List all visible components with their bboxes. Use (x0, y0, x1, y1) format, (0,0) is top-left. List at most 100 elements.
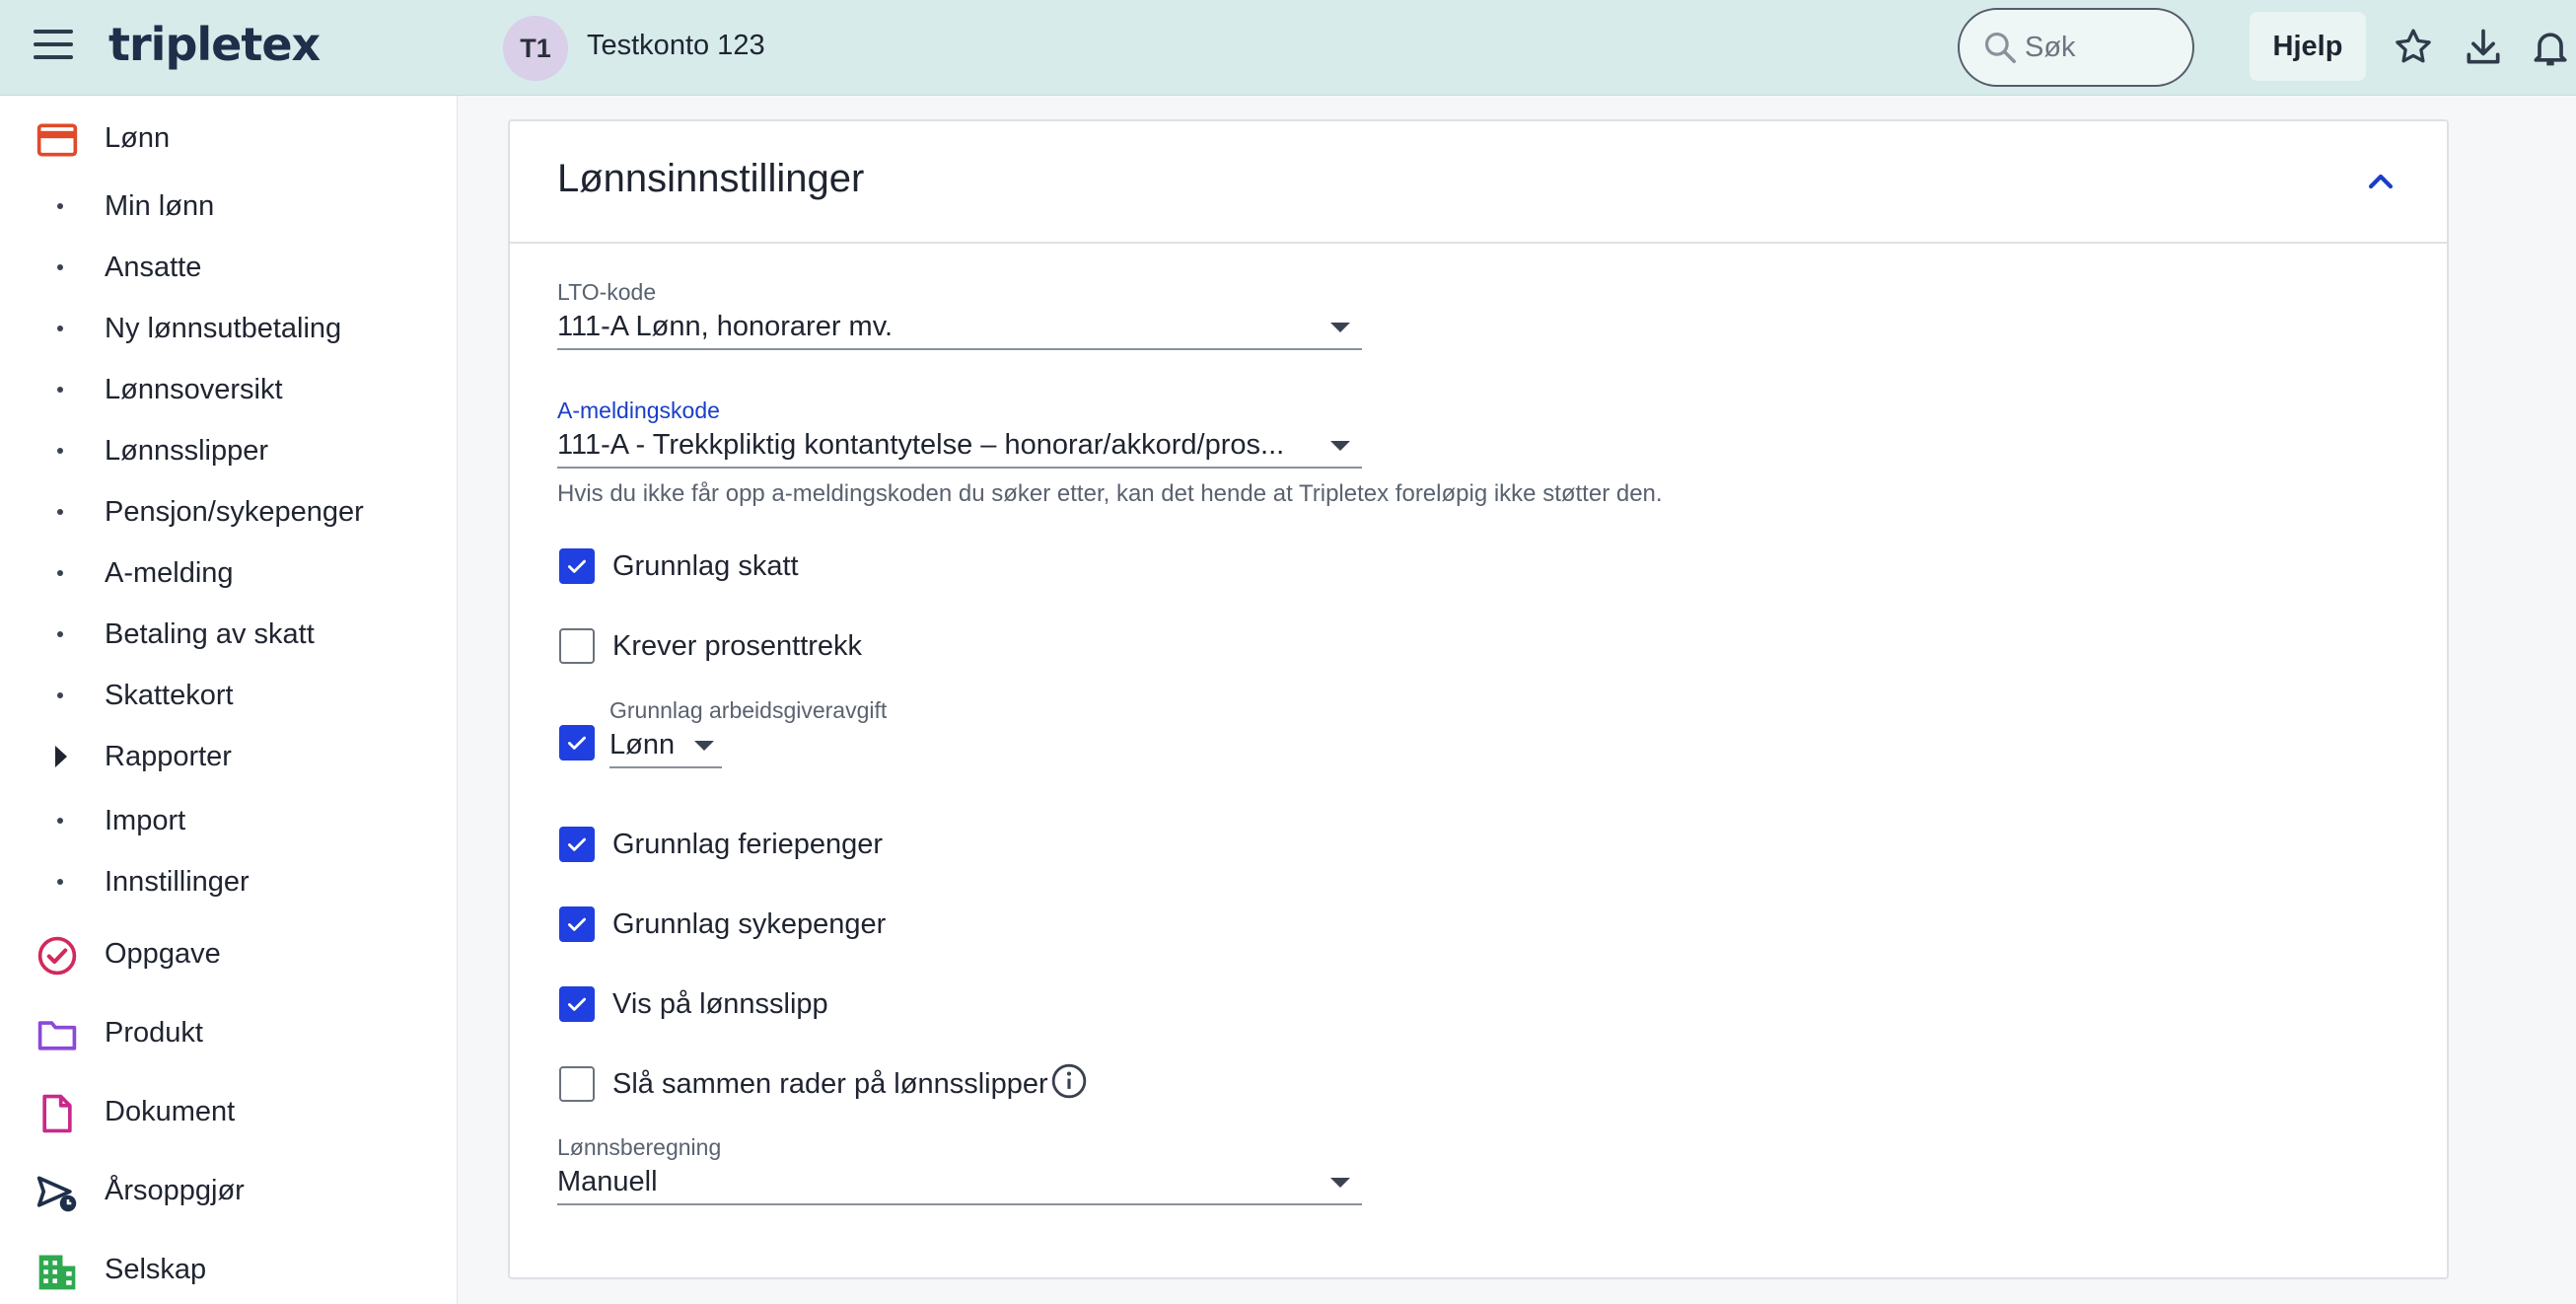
grunnlag-skatt-checkbox[interactable] (559, 548, 595, 584)
sidebar-subitem-label: Lønnsslipper (105, 435, 269, 467)
expand-arrow-icon[interactable] (55, 746, 67, 767)
sidebar-item-lonn[interactable]: Lønn (0, 109, 458, 168)
sidebar-subitem-pensjon-sykepenger[interactable]: Pensjon/sykepenger (0, 484, 458, 540)
lonnsberegning-select[interactable]: Manuell (557, 1162, 1362, 1205)
krever-prosenttrekk-checkbox[interactable] (559, 628, 595, 664)
checkmark-icon (568, 917, 586, 931)
download-icon[interactable] (2462, 26, 2505, 69)
grunnlag-feriepenger-checkbox[interactable] (559, 827, 595, 862)
company-name[interactable]: Testkonto 123 (587, 30, 765, 62)
task-check-icon (37, 936, 77, 976)
sidebar-item-produkt[interactable]: Produkt (0, 1003, 458, 1062)
info-icon[interactable] (1050, 1062, 1088, 1100)
payroll-card-icon (36, 123, 78, 157)
sidebar-subitem-label: A-melding (105, 557, 234, 589)
company-building-icon (38, 1255, 76, 1290)
sidebar-subitem-min-lonn[interactable]: Min lønn (0, 179, 458, 234)
bullet (57, 509, 63, 515)
sidebar-subitem-ny-lonnsutbetaling[interactable]: Ny lønnsutbetaling (0, 301, 458, 356)
sidebar-subitem-skattekort[interactable]: Skattekort (0, 668, 458, 723)
chevron-down-icon (1330, 1178, 1350, 1188)
sidebar-subitem-label: Betaling av skatt (105, 618, 315, 650)
bullet (57, 879, 63, 885)
bullet (57, 692, 63, 698)
sla-sammen-rader-label[interactable]: Slå sammen rader på lønnsslipper (612, 1068, 1048, 1101)
sidebar-subitem-ansatte[interactable]: Ansatte (0, 240, 458, 295)
sidebar-subitem-betaling-av-skatt[interactable]: Betaling av skatt (0, 607, 458, 662)
checkmark-icon (568, 997, 586, 1011)
grunnlag-feriepenger-label[interactable]: Grunnlag feriepenger (612, 829, 883, 861)
sidebar-subitem-rapporter[interactable]: Rapporter (0, 729, 458, 784)
grunnlag-sykepenger-checkbox[interactable] (559, 906, 595, 942)
sidebar-item-label: Dokument (105, 1096, 236, 1127)
sidebar-item-selskap[interactable]: Selskap (0, 1240, 458, 1299)
bullet (57, 631, 63, 637)
sidebar-subitem-label: Pensjon/sykepenger (105, 496, 364, 528)
lonnsberegning-label: Lønnsberegning (557, 1134, 722, 1160)
sidebar-subitem-label: Import (105, 805, 186, 836)
sidebar-subitem-import[interactable]: Import (0, 793, 458, 848)
bullet (57, 387, 63, 393)
sidebar-item-label: Årsoppgjør (105, 1175, 245, 1206)
arbeidsgiveravgift-value: Lønn (609, 729, 676, 761)
bullet (57, 264, 63, 270)
sidebar-subitem-label: Rapporter (105, 741, 232, 772)
search-input[interactable] (2025, 31, 2182, 64)
annual-report-icon (36, 1176, 77, 1212)
logo[interactable]: tripletex (108, 18, 321, 71)
chevron-down-icon (1330, 441, 1350, 451)
star-icon[interactable] (2392, 26, 2435, 69)
sidebar-item-label: Produkt (105, 1017, 203, 1049)
sidebar-item-oppgave[interactable]: Oppgave (0, 924, 458, 983)
lto-code-select[interactable]: 111-A Lønn, honorarer mv. (557, 307, 1362, 350)
amelding-code-value: 111-A - Trekkpliktig kontantytelse – hon… (557, 429, 1285, 461)
sidebar-subitem-innstillinger[interactable]: Innstillinger (0, 854, 458, 909)
checkmark-icon (568, 736, 586, 750)
chevron-up-icon[interactable] (2364, 165, 2397, 198)
vis-pa-lonnsslipp-checkbox[interactable] (559, 986, 595, 1022)
settings-card: Lønnsinnstillinger LTO-kode 111-A Lønn, … (508, 119, 2449, 1279)
menu-icon[interactable] (34, 30, 73, 63)
arbeidsgiveravgift-select[interactable]: Lønn (609, 725, 722, 768)
sidebar: Lønn Min lønn Ansatte Ny lønnsutbetaling… (0, 96, 458, 1304)
search-box[interactable] (1958, 8, 2194, 87)
lto-code-value: 111-A Lønn, honorarer mv. (557, 311, 894, 342)
bullet (57, 818, 63, 824)
avatar[interactable]: T1 (503, 16, 568, 81)
vis-pa-lonnsslipp-label[interactable]: Vis på lønnsslipp (612, 988, 828, 1021)
sla-sammen-rader-checkbox[interactable] (559, 1066, 595, 1102)
sidebar-subitem-lonnsslipper[interactable]: Lønnsslipper (0, 423, 458, 478)
checkmark-icon (568, 559, 586, 573)
grunnlag-arbeidsgiveravgift-label: Grunnlag arbeidsgiveravgift (609, 697, 888, 723)
lto-code-label: LTO-kode (557, 279, 657, 305)
amelding-code-select[interactable]: 111-A - Trekkpliktig kontantytelse – hon… (557, 425, 1362, 469)
sidebar-subitem-lonnsoversikt[interactable]: Lønnsoversikt (0, 362, 458, 417)
chevron-down-icon (1330, 323, 1350, 332)
folder-icon (37, 1021, 77, 1050)
bullet (57, 326, 63, 331)
chevron-down-icon (694, 741, 714, 751)
card-header[interactable]: Lønnsinnstillinger (510, 121, 2447, 244)
sidebar-item-label: Lønn (105, 122, 171, 154)
bullet (57, 203, 63, 209)
grunnlag-arbeidsgiveravgift-checkbox[interactable] (559, 725, 595, 761)
top-bar: tripletex T1 Testkonto 123 Hjelp (0, 0, 2576, 96)
sidebar-subitem-a-melding[interactable]: A-melding (0, 545, 458, 601)
sidebar-subitem-label: Ansatte (105, 252, 202, 283)
bell-icon[interactable] (2529, 26, 2572, 69)
krever-prosenttrekk-label[interactable]: Krever prosenttrekk (612, 630, 862, 663)
search-icon (1984, 32, 2016, 63)
sidebar-subitem-label: Skattekort (105, 680, 234, 711)
page-title: Lønnsinnstillinger (557, 157, 865, 200)
sidebar-subitem-label: Lønnsoversikt (105, 374, 283, 405)
grunnlag-sykepenger-label[interactable]: Grunnlag sykepenger (612, 908, 886, 941)
sidebar-subitem-label: Min lønn (105, 190, 215, 222)
sidebar-item-arsoppgjor[interactable]: Årsoppgjør (0, 1161, 458, 1220)
help-button[interactable]: Hjelp (2250, 12, 2366, 81)
sidebar-subitem-label: Ny lønnsutbetaling (105, 313, 342, 344)
bullet (57, 570, 63, 576)
checkmark-icon (568, 837, 586, 851)
grunnlag-skatt-label[interactable]: Grunnlag skatt (612, 550, 799, 583)
bullet (57, 448, 63, 454)
sidebar-item-dokument[interactable]: Dokument (0, 1082, 458, 1141)
